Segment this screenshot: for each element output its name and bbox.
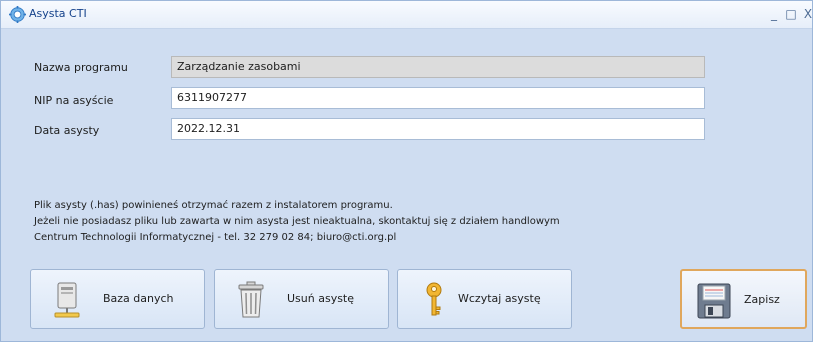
save-button[interactable]: Zapisz	[680, 269, 807, 329]
date-field[interactable]: 2022.12.31	[171, 118, 705, 140]
asysta-window: Asysta CTI _ □ X Nazwa programu Zarządza…	[0, 0, 813, 342]
database-button-label: Baza danych	[103, 292, 174, 305]
maximize-button[interactable]: □	[783, 6, 799, 22]
save-button-label: Zapisz	[744, 293, 780, 306]
load-assistance-button[interactable]: Wczytaj asystę	[397, 269, 572, 329]
trash-icon	[238, 281, 264, 318]
floppy-disk-icon	[697, 283, 731, 319]
load-assistance-button-label: Wczytaj asystę	[458, 292, 541, 305]
info-line-1: Plik asysty (.has) powinieneś otrzymać r…	[34, 200, 393, 211]
info-line-2: Jeżeli nie posiadasz pliku lub zawarta w…	[34, 216, 560, 227]
minimize-button[interactable]: _	[766, 6, 782, 22]
close-button[interactable]: X	[800, 6, 813, 22]
computer-tower-icon	[54, 282, 80, 318]
remove-assistance-button-label: Usuń asystę	[287, 292, 355, 305]
window-title: Asysta CTI	[29, 7, 87, 20]
nip-label: NIP na asyście	[34, 94, 114, 107]
program-name-label: Nazwa programu	[34, 61, 128, 74]
key-icon	[426, 282, 442, 316]
title-bar[interactable]: Asysta CTI _ □ X	[1, 1, 812, 29]
nip-field[interactable]: 6311907277	[171, 87, 705, 109]
database-button[interactable]: Baza danych	[30, 269, 205, 329]
program-name-field: Zarządzanie zasobami	[171, 56, 705, 78]
date-label: Data asysty	[34, 124, 100, 137]
remove-assistance-button[interactable]: Usuń asystę	[214, 269, 389, 329]
info-text: Plik asysty (.has) powinieneś otrzymać r…	[34, 198, 560, 246]
gear-icon	[9, 6, 26, 23]
info-line-3: Centrum Technologii Informatycznej - tel…	[34, 232, 397, 243]
